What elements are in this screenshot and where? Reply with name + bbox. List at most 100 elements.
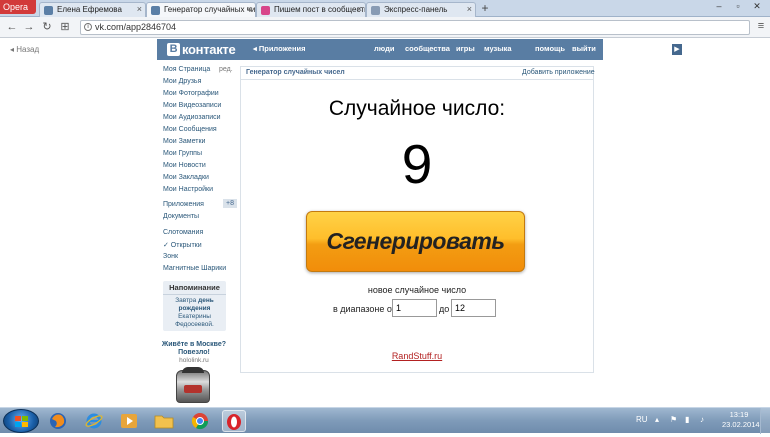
folder-icon[interactable] [152,410,176,432]
opera-taskbar-icon[interactable] [222,410,246,432]
back-arrow-icon[interactable]: ← [5,20,19,34]
sidebar-item-apps[interactable]: Приложения [163,201,204,208]
range-from-label: в диапазоне от [333,304,396,314]
reminder-name: Екатерины Федосеевой. [175,313,214,328]
nav-communities[interactable]: сообщества [405,44,450,53]
home-grid-icon[interactable]: ⊞ [58,20,72,34]
url-field[interactable]: i vk.com/app2846704 [80,20,750,35]
reminder-text: Завтра [175,297,199,304]
tab-express-panel[interactable]: Экспресс-панель × [366,2,476,17]
vk-favicon-icon [44,6,53,15]
sidebar-item-my-page[interactable]: Моя Страница [163,66,210,73]
back-link[interactable]: ◂ Назад [10,45,39,54]
action-center-flag-icon[interactable]: ⚑ [670,415,677,424]
vk-logo[interactable]: Вконтакте [167,42,236,57]
internet-explorer-icon[interactable] [82,410,106,432]
windows-taskbar: RU ▴ ⚑ ▮ ♪ 13:19 23.02.2014 [0,407,770,434]
random-number-value: 9 [401,133,433,195]
nav-games[interactable]: игры [456,44,475,53]
tab-random-generator[interactable]: Генератор случайных чисел × [146,2,256,17]
nav-music[interactable]: музыка [484,44,512,53]
forward-arrow-icon[interactable]: → [22,20,36,34]
browser-address-bar: ← → ↻ ⊞ i vk.com/app2846704 ≡ [0,17,770,38]
clock-time: 13:19 [729,410,749,419]
sidebar-item-friends[interactable]: Мои Друзья [163,78,201,85]
close-icon[interactable]: × [467,3,472,16]
tab-label: Елена Ефремова [57,5,122,14]
add-app-link[interactable]: Добавить приложение [522,69,595,76]
network-icon[interactable]: ▮ [685,415,689,424]
language-indicator[interactable]: RU [636,415,648,424]
ad-url[interactable]: hololink.ru [160,357,228,364]
info-icon[interactable]: i [84,23,92,31]
header-apps-link[interactable]: ◂ Приложения [253,44,306,53]
range-to-input[interactable] [451,299,496,317]
close-icon[interactable]: × [137,3,142,16]
firefox-icon[interactable] [46,410,70,432]
generate-button[interactable]: Сгенерировать [306,211,525,272]
vk-header: Вконтакте ◂ Приложения люди сообщества и… [157,39,682,60]
window-close-icon[interactable]: ✕ [748,0,766,12]
range-from-input[interactable] [392,299,437,317]
sidebar-item-groups[interactable]: Мои Группы [163,150,202,157]
browser-menu-icon[interactable]: ≡ [755,20,767,34]
sidebar-game-postcards[interactable]: ✓ Открытки [163,241,202,249]
media-player-icon[interactable] [117,410,141,432]
random-number-heading: Случайное число: [328,97,506,120]
sidebar-item-notes[interactable]: Мои Заметки [163,138,205,145]
post-favicon-icon [261,6,270,15]
sidebar-item-messages[interactable]: Мои Сообщения [163,126,217,133]
back-label: Назад [16,45,40,54]
sidebar-item-photos[interactable]: Мои Фотографии [163,90,219,97]
birthday-reminder: Напоминание Завтра день рождения Екатери… [163,281,226,331]
multicooker-panel [184,385,202,393]
sidebar-item-bookmarks[interactable]: Мои Закладки [163,174,209,181]
new-tab-button[interactable]: + [478,2,492,16]
clock-date: 23.02.2014 [722,420,760,429]
close-icon[interactable]: × [357,3,362,16]
app-title: Генератор случайных чисел [246,69,345,76]
reminder-body[interactable]: Завтра день рождения Екатерины Федосеево… [163,297,226,329]
sidebar-item-documents[interactable]: Документы [163,213,199,220]
windows-logo-icon [15,416,28,427]
chrome-icon[interactable] [188,410,212,432]
sidebar-game-magnetic-balls[interactable]: Магнитные Шарики [163,265,226,272]
sidebar-item-news[interactable]: Мои Новости [163,162,206,169]
reload-icon[interactable]: ↻ [40,20,54,34]
show-desktop-button[interactable] [760,408,770,434]
tab-label: Генератор случайных чисел [164,5,256,14]
vk-favicon-icon [151,6,160,15]
sidebar-game-slotomania[interactable]: Слотомания [163,229,203,236]
sidebar-item-videos[interactable]: Мои Видеозаписи [163,102,221,109]
minimize-icon[interactable]: – [710,0,728,12]
tab-write-post[interactable]: Пишем пост в сообществе × [256,2,366,17]
multicooker-ad-image[interactable] [176,367,210,403]
ad-title[interactable]: Живёте в Москве? Повезло! [160,341,228,357]
sidebar-edit-link[interactable]: ред. [219,66,233,73]
grid-favicon-icon [371,6,380,15]
close-icon[interactable]: × [247,3,252,16]
apps-count-badge[interactable]: +8 [223,199,237,208]
taskbar-clock[interactable]: 13:19 23.02.2014 [722,410,760,430]
start-button[interactable] [3,409,39,433]
maximize-icon[interactable]: ▫ [729,0,747,12]
tab-elena[interactable]: Елена Ефремова × [39,2,146,17]
nav-logout[interactable]: выйти [572,44,596,53]
music-play-icon[interactable]: ▶ [672,44,682,55]
browser-tab-strip: Opera Елена Ефремова × Генератор случайн… [0,0,770,17]
sidebar-item-settings[interactable]: Мои Настройки [163,186,213,193]
reminder-title: Напоминание [163,283,226,295]
tab-label: Пишем пост в сообществе [274,5,366,14]
randstuff-link[interactable]: RandStuff.ru [240,351,594,361]
sidebar-game-zonk[interactable]: Зонк [163,253,178,260]
nav-help[interactable]: помощь [535,44,565,53]
new-number-label: новое случайное число [367,285,467,295]
opera-menu-button[interactable]: Opera [0,0,36,14]
sidebar-item-audios[interactable]: Мои Аудиозаписи [163,114,221,121]
url-text: vk.com/app2846704 [95,22,177,32]
nav-people[interactable]: люди [374,44,394,53]
vk-logo-text: контакте [182,42,236,57]
tray-expand-icon[interactable]: ▴ [655,415,659,424]
volume-icon[interactable]: ♪ [700,415,704,424]
vk-logo-badge: В [167,43,180,56]
